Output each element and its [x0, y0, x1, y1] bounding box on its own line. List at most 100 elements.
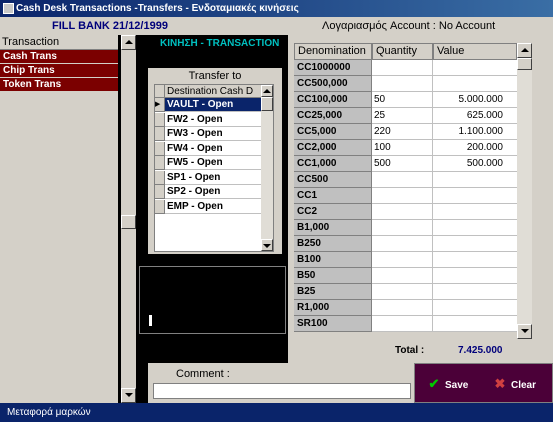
- denomination-cell: B250: [294, 236, 372, 252]
- transaction-panel: Transaction Cash Trans Chip Trans Token …: [0, 35, 118, 403]
- quantity-cell[interactable]: [372, 172, 433, 188]
- quantity-cell[interactable]: [372, 284, 433, 300]
- quantity-cell[interactable]: 25: [372, 108, 433, 124]
- destination-row[interactable]: FW2 - Open: [165, 113, 261, 127]
- quantity-cell[interactable]: [372, 300, 433, 316]
- denomination-column-header: Denomination: [294, 43, 372, 60]
- section-title: ΚΙΝΗΣΗ - TRANSACTION: [160, 38, 280, 49]
- row-indicator[interactable]: [155, 141, 165, 156]
- quantity-cell[interactable]: 50: [372, 92, 433, 108]
- chevron-up-icon: [521, 48, 529, 52]
- quantity-cell[interactable]: 220: [372, 124, 433, 140]
- denomination-cell: CC2: [294, 204, 372, 220]
- transfer-to-panel: Transfer to Destination Cash D ▶ VAULT - …: [148, 68, 282, 254]
- row-indicator[interactable]: [155, 127, 165, 141]
- quantity-cell[interactable]: [372, 188, 433, 204]
- total-value: 7.425.000: [458, 345, 503, 356]
- denom-scroll-thumb[interactable]: [517, 58, 532, 70]
- comment-label: Comment :: [176, 368, 230, 380]
- denom-scroll-up-button[interactable]: [517, 43, 532, 58]
- dest-scroll-up-button[interactable]: [261, 85, 273, 97]
- dest-scroll-thumb[interactable]: [261, 97, 273, 111]
- destination-row[interactable]: SP1 - Open: [165, 171, 261, 185]
- denomination-cell: CC1000000: [294, 60, 372, 76]
- quantity-column-header: Quantity: [372, 43, 433, 60]
- denomination-cell: CC2,000: [294, 140, 372, 156]
- value-cell: [433, 76, 517, 92]
- save-button[interactable]: ✔ Save: [427, 374, 469, 394]
- row-indicator[interactable]: [155, 199, 165, 214]
- value-cell: 1.100.000: [433, 124, 517, 140]
- denomination-cell: B100: [294, 252, 372, 268]
- value-cell: 200.000: [433, 140, 517, 156]
- value-cell: [433, 252, 517, 268]
- quantity-cell[interactable]: [372, 268, 433, 284]
- chevron-up-icon: [125, 40, 133, 44]
- total-bar: Total : 7.425.000: [288, 339, 553, 363]
- quantity-cell[interactable]: [372, 252, 433, 268]
- transaction-item-chip[interactable]: Chip Trans: [0, 64, 118, 78]
- quantity-cell[interactable]: [372, 316, 433, 332]
- quantity-cell[interactable]: [372, 76, 433, 92]
- save-label: Save: [445, 380, 469, 391]
- action-buttons: ✔ Save ✖ Clear: [414, 363, 553, 403]
- destination-scrollbar[interactable]: [261, 85, 273, 251]
- row-indicator[interactable]: [155, 170, 165, 185]
- comment-input[interactable]: [153, 383, 411, 399]
- row-indicator[interactable]: [155, 156, 165, 170]
- quantity-cell[interactable]: [372, 204, 433, 220]
- title-bar: Cash Desk Transactions -Transfers - Ενδο…: [0, 0, 553, 17]
- dest-scroll-down-button[interactable]: [261, 239, 273, 251]
- destination-row[interactable]: FW4 - Open: [165, 142, 261, 156]
- quantity-cell[interactable]: [372, 60, 433, 76]
- row-indicator[interactable]: [155, 112, 165, 127]
- chevron-down-icon: [521, 329, 529, 333]
- value-cell: [433, 204, 517, 220]
- transaction-item-cash[interactable]: Cash Trans: [0, 50, 118, 64]
- quantity-cell[interactable]: 500: [372, 156, 433, 172]
- app-icon: [3, 3, 14, 14]
- destination-row[interactable]: SP2 - Open: [165, 185, 261, 199]
- scroll-up-button[interactable]: [121, 35, 136, 50]
- denomination-cell: R1,000: [294, 300, 372, 316]
- scroll-down-button[interactable]: [121, 388, 136, 403]
- denomination-scrollbar[interactable]: [517, 43, 532, 339]
- value-cell: 625.000: [433, 108, 517, 124]
- grid-corner: [155, 85, 165, 98]
- check-icon: ✔: [428, 376, 440, 391]
- destination-row[interactable]: VAULT - Open: [165, 98, 261, 112]
- value-cell: [433, 268, 517, 284]
- denomination-cell: CC500: [294, 172, 372, 188]
- denomination-cell: CC5,000: [294, 124, 372, 140]
- value-cell: 5.000.000: [433, 92, 517, 108]
- window-title: Cash Desk Transactions -Transfers - Ενδο…: [16, 3, 299, 14]
- left-scrollbar[interactable]: [121, 35, 136, 403]
- destination-row[interactable]: FW5 - Open: [165, 156, 261, 170]
- transaction-item-token[interactable]: Token Trans: [0, 78, 118, 92]
- destination-row[interactable]: FW3 - Open: [165, 127, 261, 141]
- clear-button[interactable]: ✖ Clear: [493, 374, 536, 394]
- destination-column-header: Destination Cash D: [165, 85, 261, 98]
- denomination-cell: B25: [294, 284, 372, 300]
- quantity-cell[interactable]: [372, 236, 433, 252]
- denomination-panel: Denomination Quantity Value CC1000000 CC5…: [288, 35, 553, 339]
- header-bar: FILL BANK 21/12/1999 Λογαριασμός Account…: [0, 17, 553, 35]
- denomination-cell: CC100,000: [294, 92, 372, 108]
- row-indicator[interactable]: [155, 185, 165, 199]
- chevron-up-icon: [263, 89, 271, 93]
- destination-row[interactable]: EMP - Open: [165, 200, 261, 214]
- denom-scroll-down-button[interactable]: [517, 324, 532, 339]
- scroll-thumb[interactable]: [121, 215, 136, 229]
- text-cursor: [149, 315, 152, 326]
- quantity-cell[interactable]: 100: [372, 140, 433, 156]
- value-cell: [433, 316, 517, 332]
- quantity-cell[interactable]: [372, 220, 433, 236]
- total-label: Total :: [395, 345, 425, 356]
- value-cell: [433, 60, 517, 76]
- value-column-header: Value: [433, 43, 517, 60]
- row-indicator[interactable]: ▶: [155, 98, 165, 112]
- chevron-down-icon: [125, 393, 133, 397]
- denomination-grid: Denomination Quantity Value CC1000000 CC5…: [294, 43, 534, 339]
- value-cell: [433, 172, 517, 188]
- denomination-cell: CC25,000: [294, 108, 372, 124]
